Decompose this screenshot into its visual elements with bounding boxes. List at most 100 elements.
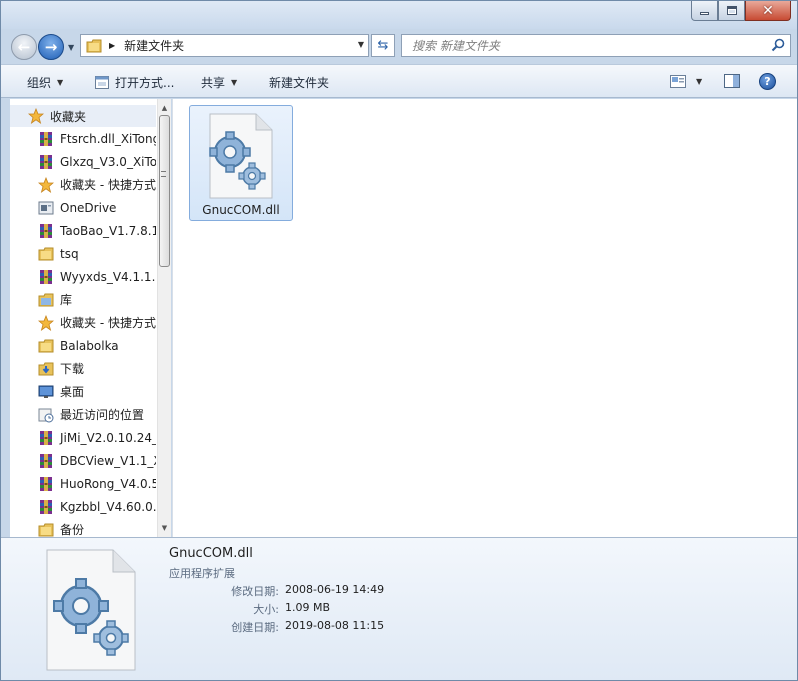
scroll-down-icon[interactable]: ▼: [158, 521, 171, 535]
new-folder-label: 新建文件夹: [269, 76, 330, 90]
organize-menu[interactable]: 组织 ▼: [27, 74, 63, 91]
breadcrumb-separator-icon[interactable]: ▶: [109, 41, 115, 50]
nav-item-label: JiMi_V2.0.10.24_XiTongZhiJia: [60, 430, 156, 445]
nav-item[interactable]: tsq: [10, 242, 156, 265]
close-button[interactable]: ✕: [745, 1, 791, 21]
nav-item[interactable]: HuoRong_V4.0.5: [10, 472, 156, 495]
file-item-gnuccom[interactable]: GnucCOM.dll: [189, 105, 293, 221]
chevron-down-icon: ▼: [57, 78, 64, 87]
help-icon: ?: [764, 75, 771, 88]
nav-item[interactable]: Ftsrch.dll_XiTongZhiJia: [10, 127, 156, 150]
details-created-label: 创建日期:: [231, 621, 279, 634]
forward-button[interactable]: →: [38, 34, 64, 60]
navigation-pane: 收藏夹 Ftsrch.dll_XiTongZhiJia Glxzq_V3.0_Xi…: [10, 99, 171, 537]
nav-item[interactable]: 备份: [10, 518, 156, 537]
scroll-up-icon[interactable]: ▲: [158, 101, 171, 115]
maximize-button[interactable]: [718, 1, 745, 21]
nav-item-label: HuoRong_V4.0.5: [60, 476, 156, 491]
nav-item-label: 下载: [60, 362, 85, 376]
winrar-icon: [38, 154, 54, 170]
navigation-tree: 收藏夹 Ftsrch.dll_XiTongZhiJia Glxzq_V3.0_Xi…: [10, 105, 156, 537]
winrar-icon: [38, 269, 54, 285]
nav-item-label: 备份: [60, 523, 85, 537]
application-icon: [95, 76, 109, 89]
change-view-button[interactable]: ▼: [670, 72, 702, 90]
address-bar[interactable]: ▶ 新建文件夹 ▼: [80, 34, 369, 57]
close-icon: ✕: [762, 2, 774, 19]
nav-item[interactable]: JiMi_V2.0.10.24_XiTongZhiJia: [10, 426, 156, 449]
nav-item-label: 收藏夹 - 快捷方式: [60, 316, 156, 330]
command-bar: 组织 ▼ 打开方式... 共享 ▼ 新建文件夹 ▼ ?: [1, 64, 797, 98]
nav-scrollbar[interactable]: ▲ ▼: [157, 99, 171, 537]
minimize-button[interactable]: [691, 1, 718, 21]
nav-item-label: 桌面: [60, 385, 85, 399]
share-menu[interactable]: 共享 ▼: [201, 74, 237, 91]
address-dropdown-icon[interactable]: ▼: [358, 40, 364, 49]
nav-item[interactable]: OneDrive: [10, 196, 156, 219]
preview-pane-icon: [724, 74, 740, 88]
nav-item-label: TaoBao_V1.7.8.1: [60, 223, 156, 238]
details-file-name: GnucCOM.dll: [169, 546, 253, 561]
explorer-window: ✕ ← → ▼ ▶ 新建文件夹 ▼ ⇆ 组织 ▼: [0, 0, 798, 681]
title-bar[interactable]: ✕: [1, 1, 797, 29]
recent-pages-dropdown[interactable]: ▼: [68, 43, 74, 52]
folder-icon: [86, 39, 102, 52]
dll-file-icon: [209, 113, 273, 199]
search-input[interactable]: [412, 38, 772, 53]
details-modified-label: 修改日期:: [231, 585, 279, 598]
nav-item[interactable]: 收藏夹 - 快捷方式: [10, 173, 156, 196]
open-with-button[interactable]: 打开方式...: [95, 74, 174, 91]
scroll-grip-icon: [161, 171, 166, 177]
nav-item[interactable]: 桌面: [10, 380, 156, 403]
winrar-icon: [38, 223, 54, 239]
download-folder-icon: [38, 361, 54, 377]
nav-item[interactable]: Kgzbbl_V4.60.0.5: [10, 495, 156, 518]
winrar-icon: [38, 430, 54, 446]
star-icon: [28, 108, 44, 124]
nav-item[interactable]: Balabolka: [10, 334, 156, 357]
nav-item[interactable]: 库: [10, 288, 156, 311]
search-box[interactable]: [401, 34, 791, 57]
nav-item[interactable]: DBCView_V1.1_XiTongZhiJia: [10, 449, 156, 472]
nav-item[interactable]: 收藏夹 - 快捷方式: [10, 311, 156, 334]
nav-item[interactable]: Wyyxds_V4.1.1.1: [10, 265, 156, 288]
preview-pane-button[interactable]: [724, 72, 740, 90]
help-button[interactable]: ?: [759, 73, 776, 90]
nav-item-label: OneDrive: [60, 200, 117, 215]
nav-item[interactable]: Glxzq_V3.0_XiTongZhiJia: [10, 150, 156, 173]
chevron-down-icon: ▼: [231, 78, 238, 87]
file-name: GnucCOM.dll: [202, 203, 280, 217]
refresh-button[interactable]: ⇆: [371, 34, 395, 57]
chevron-down-icon[interactable]: ▼: [696, 77, 702, 86]
view-icon: [670, 74, 686, 88]
desktop-icon: [38, 384, 54, 400]
nav-item-label: Wyyxds_V4.1.1.1: [60, 269, 156, 284]
open-with-label: 打开方式...: [115, 76, 175, 90]
nav-item-label: Ftsrch.dll_XiTongZhiJia: [60, 131, 156, 146]
details-size-row: 大小: 1.09 MB: [171, 601, 330, 617]
address-row: ← → ▼ ▶ 新建文件夹 ▼ ⇆: [1, 29, 797, 64]
scroll-thumb[interactable]: [159, 115, 170, 267]
file-list[interactable]: GnucCOM.dll: [172, 99, 797, 537]
breadcrumb-current[interactable]: 新建文件夹: [124, 37, 184, 54]
new-folder-button[interactable]: 新建文件夹: [269, 74, 329, 91]
nav-item-label: DBCView_V1.1_XiTongZhiJia: [60, 453, 156, 468]
nav-item-label: Balabolka: [60, 338, 119, 353]
nav-item[interactable]: 下载: [10, 357, 156, 380]
winrar-icon: [38, 453, 54, 469]
details-pane: GnucCOM.dll 应用程序扩展 修改日期: 2008-06-19 14:4…: [1, 537, 797, 680]
nav-item[interactable]: TaoBao_V1.7.8.1: [10, 219, 156, 242]
back-button[interactable]: ←: [11, 34, 37, 60]
nav-item-label: tsq: [60, 246, 79, 261]
nav-favorites[interactable]: 收藏夹: [10, 105, 156, 127]
refresh-icon: ⇆: [377, 38, 389, 53]
nav-item-label: 最近访问的位置: [60, 408, 145, 422]
winrar-icon: [38, 476, 54, 492]
nav-item-label: Glxzq_V3.0_XiTongZhiJia: [60, 154, 156, 169]
library-icon: [38, 292, 54, 308]
minimize-icon: [700, 12, 709, 15]
folder-icon: [38, 522, 54, 538]
nav-item[interactable]: 最近访问的位置: [10, 403, 156, 426]
details-size-label: 大小:: [253, 603, 279, 616]
search-icon[interactable]: [771, 38, 785, 52]
